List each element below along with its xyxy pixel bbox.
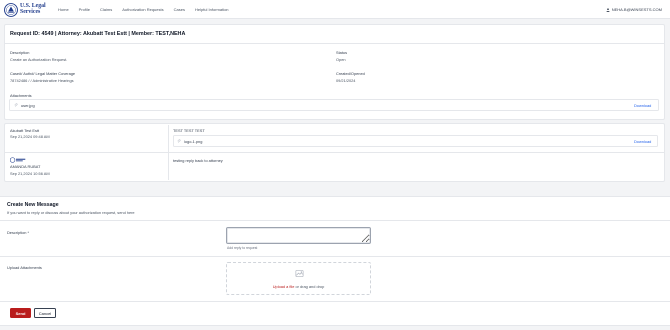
attachments-label: Attachments bbox=[10, 93, 32, 98]
message-body: testing reply back to attorney bbox=[173, 158, 223, 163]
description-label: Description bbox=[10, 50, 30, 55]
download-link[interactable]: Download bbox=[634, 103, 651, 108]
dropzone-text: Upload a file or drag and drop bbox=[227, 284, 370, 289]
divider bbox=[5, 43, 664, 44]
nav-claims[interactable]: Claims bbox=[100, 7, 112, 12]
new-message-subtitle: If you want to reply or discuss about yo… bbox=[7, 210, 135, 215]
divider bbox=[0, 301, 670, 302]
nav-cases[interactable]: Cases bbox=[174, 7, 185, 12]
user-menu[interactable]: NEHA.B@WINSESTS.COM bbox=[606, 7, 662, 12]
description-hint: Add reply to request bbox=[227, 246, 258, 250]
cancel-button[interactable]: Cancel bbox=[34, 308, 56, 318]
message-download-link[interactable]: Download bbox=[634, 139, 651, 144]
message-attachment-name: logo-1.png bbox=[184, 139, 203, 144]
new-message-card bbox=[0, 196, 670, 326]
paperclip-icon bbox=[177, 139, 181, 143]
message-divider bbox=[5, 152, 664, 153]
attachment-name: user.jpg bbox=[21, 103, 35, 108]
user-email: NEHA.B@WINSESTS.COM bbox=[611, 7, 662, 12]
drag-drop-text: or drag and drop bbox=[294, 284, 325, 289]
description-textarea[interactable] bbox=[226, 227, 371, 244]
divider bbox=[0, 256, 670, 257]
nav-profile[interactable]: Profile bbox=[79, 7, 90, 12]
attachment-item bbox=[9, 99, 659, 111]
coverage-value: 78742486 / / Administrative Hearings bbox=[10, 78, 74, 83]
description-field-label: Description * bbox=[7, 230, 30, 235]
status-label: Status bbox=[336, 50, 348, 55]
status-value: Open bbox=[336, 57, 346, 62]
coverage-label: Case#/ Auth#/ Legal Matter Coverage bbox=[10, 71, 76, 76]
logo-text: U.S. Legal Services bbox=[20, 3, 46, 15]
top-navbar: U.S. Legal Services Home Profile Claims … bbox=[0, 0, 670, 19]
description-value: Create an Authorization Request. bbox=[10, 57, 68, 62]
created-value: 09/21/2024 bbox=[336, 78, 356, 83]
user-icon bbox=[606, 7, 610, 12]
main-nav: Home Profile Claims Authorization Reques… bbox=[58, 7, 239, 12]
upload-file-link[interactable]: Upload a file bbox=[273, 284, 295, 289]
file-dropzone[interactable]: Upload a file or drag and drop bbox=[226, 262, 371, 295]
created-label: Created/Opened bbox=[336, 71, 365, 76]
message-date: Sep 21,2024 10:56 AM bbox=[10, 171, 50, 176]
message-date: Sep 21,2024 09:48 AM bbox=[10, 134, 50, 139]
company-logo[interactable]: U.S. Legal Services bbox=[4, 2, 46, 17]
image-upload-icon bbox=[295, 270, 304, 277]
message-attachment-item bbox=[173, 135, 658, 147]
send-button[interactable]: Send bbox=[10, 308, 31, 318]
nav-home[interactable]: Home bbox=[58, 7, 69, 12]
message-author: Akubatt Test Estt bbox=[10, 128, 40, 133]
message-body: TEST TEST TEST bbox=[173, 128, 205, 133]
seal-icon bbox=[4, 2, 18, 17]
nav-authorization-requests[interactable]: Authorization Requests bbox=[122, 7, 163, 12]
request-title: Request ID: 4549 | Attorney: Akubatt Tes… bbox=[10, 31, 186, 37]
paperclip-icon bbox=[14, 103, 18, 107]
company-logo-icon bbox=[10, 157, 26, 163]
new-message-title: Create New Message bbox=[7, 202, 59, 208]
message-author: AMANDA RUBAT bbox=[10, 164, 41, 169]
divider bbox=[0, 220, 670, 221]
nav-helpful-information[interactable]: Helpful Information bbox=[195, 7, 229, 12]
upload-attachments-label: Upload Attachments bbox=[7, 265, 42, 270]
logo-line-2: Services bbox=[20, 8, 41, 15]
